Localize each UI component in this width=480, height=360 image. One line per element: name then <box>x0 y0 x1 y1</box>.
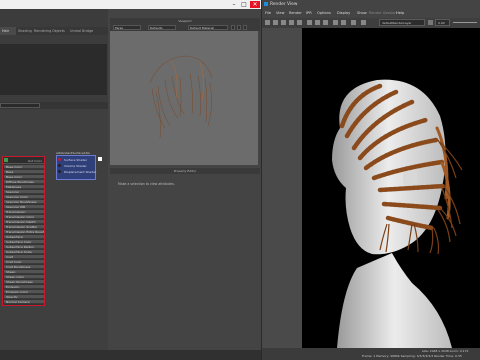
menu-options[interactable]: Options <box>317 11 331 15</box>
attribute-row[interactable]: Coat <box>4 255 44 260</box>
render-view-titlebar: Render View <box>262 0 480 9</box>
maximize-icon[interactable]: □ <box>239 1 249 8</box>
attribute-row[interactable]: Diffuse Roughness <box>4 180 44 185</box>
menu-show[interactable]: Show <box>357 11 367 15</box>
attribute-row[interactable]: Subsurface Radius <box>4 245 44 250</box>
property-editor <box>110 168 260 360</box>
viewport-3d[interactable] <box>110 18 258 165</box>
render-view-menubar: File View Render IPR Options Display Sho… <box>262 9 480 18</box>
input-port-icon[interactable] <box>58 170 61 173</box>
menu-help[interactable]: Help <box>396 11 404 15</box>
attribute-row[interactable]: Sheen Roughness <box>4 280 44 285</box>
attribute-row[interactable]: Emission Color <box>4 290 44 295</box>
tab-unreal-bridge[interactable]: Unreal Bridge <box>70 29 93 33</box>
render-layer-dropdown[interactable]: defaultRenderLayer <box>379 19 425 26</box>
sg-row-displacement: Displacement Shader <box>64 169 97 174</box>
material-dropdown[interactable]: Default Material <box>188 25 228 30</box>
menu-display[interactable]: Display <box>337 11 350 15</box>
attribute-row[interactable]: Normal Camera <box>4 300 44 305</box>
close-icon[interactable]: ✕ <box>250 1 260 8</box>
attribute-row[interactable]: Coat Roughness <box>4 265 44 270</box>
attribute-row[interactable]: Specular Color <box>4 195 44 200</box>
attribute-row[interactable]: Subsurface Scale <box>4 250 44 255</box>
sg-row-volume: Volume Shader <box>64 163 87 168</box>
tab-objects[interactable]: Objects <box>52 29 65 33</box>
attribute-row[interactable]: Transmission Extra Roughness <box>4 230 44 235</box>
attribute-row[interactable]: Sheen <box>4 270 44 275</box>
grid-icon[interactable] <box>231 25 235 30</box>
tab-rendering[interactable]: Rendering <box>34 29 51 33</box>
attribute-row[interactable]: Emission <box>4 285 44 290</box>
attribute-row[interactable]: Subsurface <box>4 235 44 240</box>
tab-shading[interactable]: Shading <box>18 29 32 33</box>
attribute-row[interactable]: Base Color <box>4 165 44 170</box>
attribute-row[interactable]: Specular Roughness <box>4 200 44 205</box>
node-header: Out Color <box>3 157 44 164</box>
render-view-title: Render View <box>270 1 298 7</box>
menu-render[interactable]: Render <box>289 11 302 15</box>
attribute-row[interactable]: Coat Color <box>4 260 44 265</box>
rendered-image[interactable] <box>262 28 480 348</box>
exposure-slider[interactable] <box>453 22 477 23</box>
menu-view[interactable]: View <box>276 11 285 15</box>
input-port-icon[interactable] <box>58 164 61 167</box>
attribute-row[interactable]: Subsurface Color <box>4 240 44 245</box>
output-port-icon[interactable] <box>98 157 102 161</box>
exposure-icon <box>428 20 433 25</box>
attribute-row[interactable]: Sheen Color <box>4 275 44 280</box>
menu-render-session[interactable]: Render Session <box>369 11 397 15</box>
property-empty-message: Make a selection to view attributes. <box>118 182 175 186</box>
shading-group-node[interactable]: Surface Shader Volume Shader Displacemen… <box>56 155 96 180</box>
pause-icon[interactable] <box>237 25 241 30</box>
menu-file[interactable]: File <box>265 11 271 15</box>
left-titlebar: – □ ✕ <box>0 0 261 9</box>
attribute-row[interactable]: Transmission Depth <box>4 220 44 225</box>
menu-ipr[interactable]: IPR <box>306 11 312 15</box>
sg-row-surface: Surface Shader <box>64 157 88 162</box>
input-port-icon[interactable] <box>58 158 61 161</box>
attribute-row[interactable]: Transmission Color <box>4 215 44 220</box>
attribute-row[interactable]: Opacity <box>4 295 44 300</box>
lighting-dropdown[interactable]: Defaults <box>148 25 176 30</box>
shader-icon <box>4 158 8 162</box>
workspace-tabs: Shading Rendering Objects Unreal Bridge <box>0 27 108 35</box>
attribute-row[interactable]: Base Color <box>4 175 44 180</box>
app-icon <box>264 2 268 6</box>
tab-hair[interactable]: Hair <box>0 27 16 35</box>
attribute-row[interactable]: Transmission Scatter <box>4 225 44 230</box>
tab-hair-label: Hair <box>2 29 9 33</box>
hair-preview-wireframe <box>149 55 213 139</box>
attribute-row[interactable]: Base <box>4 170 44 175</box>
camera-icon[interactable] <box>243 25 247 30</box>
attribute-row[interactable]: Specular IOR <box>4 205 44 210</box>
minimize-icon[interactable]: – <box>229 1 239 8</box>
exposure-field[interactable]: 0.00 <box>435 19 450 26</box>
bottom-bar <box>0 350 261 360</box>
render-size-info: size: 2048 x 2048 zoom: 0.172 <box>422 349 469 353</box>
node-out-label: Out Color <box>27 158 42 163</box>
attribute-row[interactable]: Metalness <box>4 185 44 190</box>
outliner-panel[interactable] <box>0 44 107 95</box>
attribute-row[interactable]: Specular <box>4 190 44 195</box>
viewport-toolbar: Persp Defaults Default Material <box>110 24 260 31</box>
node-search-field[interactable] <box>0 103 40 108</box>
property-editor-title: Property Editor <box>110 168 260 174</box>
camera-dropdown[interactable]: Persp <box>113 25 141 30</box>
render-stats: Frame: 1 Memory: 4989b Sampling: 3/3/3/3… <box>362 354 462 358</box>
standard-surface-node[interactable]: Out Color Base Color Base Base Color Diffus… <box>2 156 45 306</box>
attribute-row[interactable]: Transmission <box>4 210 44 215</box>
render-toolbar-icons[interactable] <box>262 18 377 28</box>
